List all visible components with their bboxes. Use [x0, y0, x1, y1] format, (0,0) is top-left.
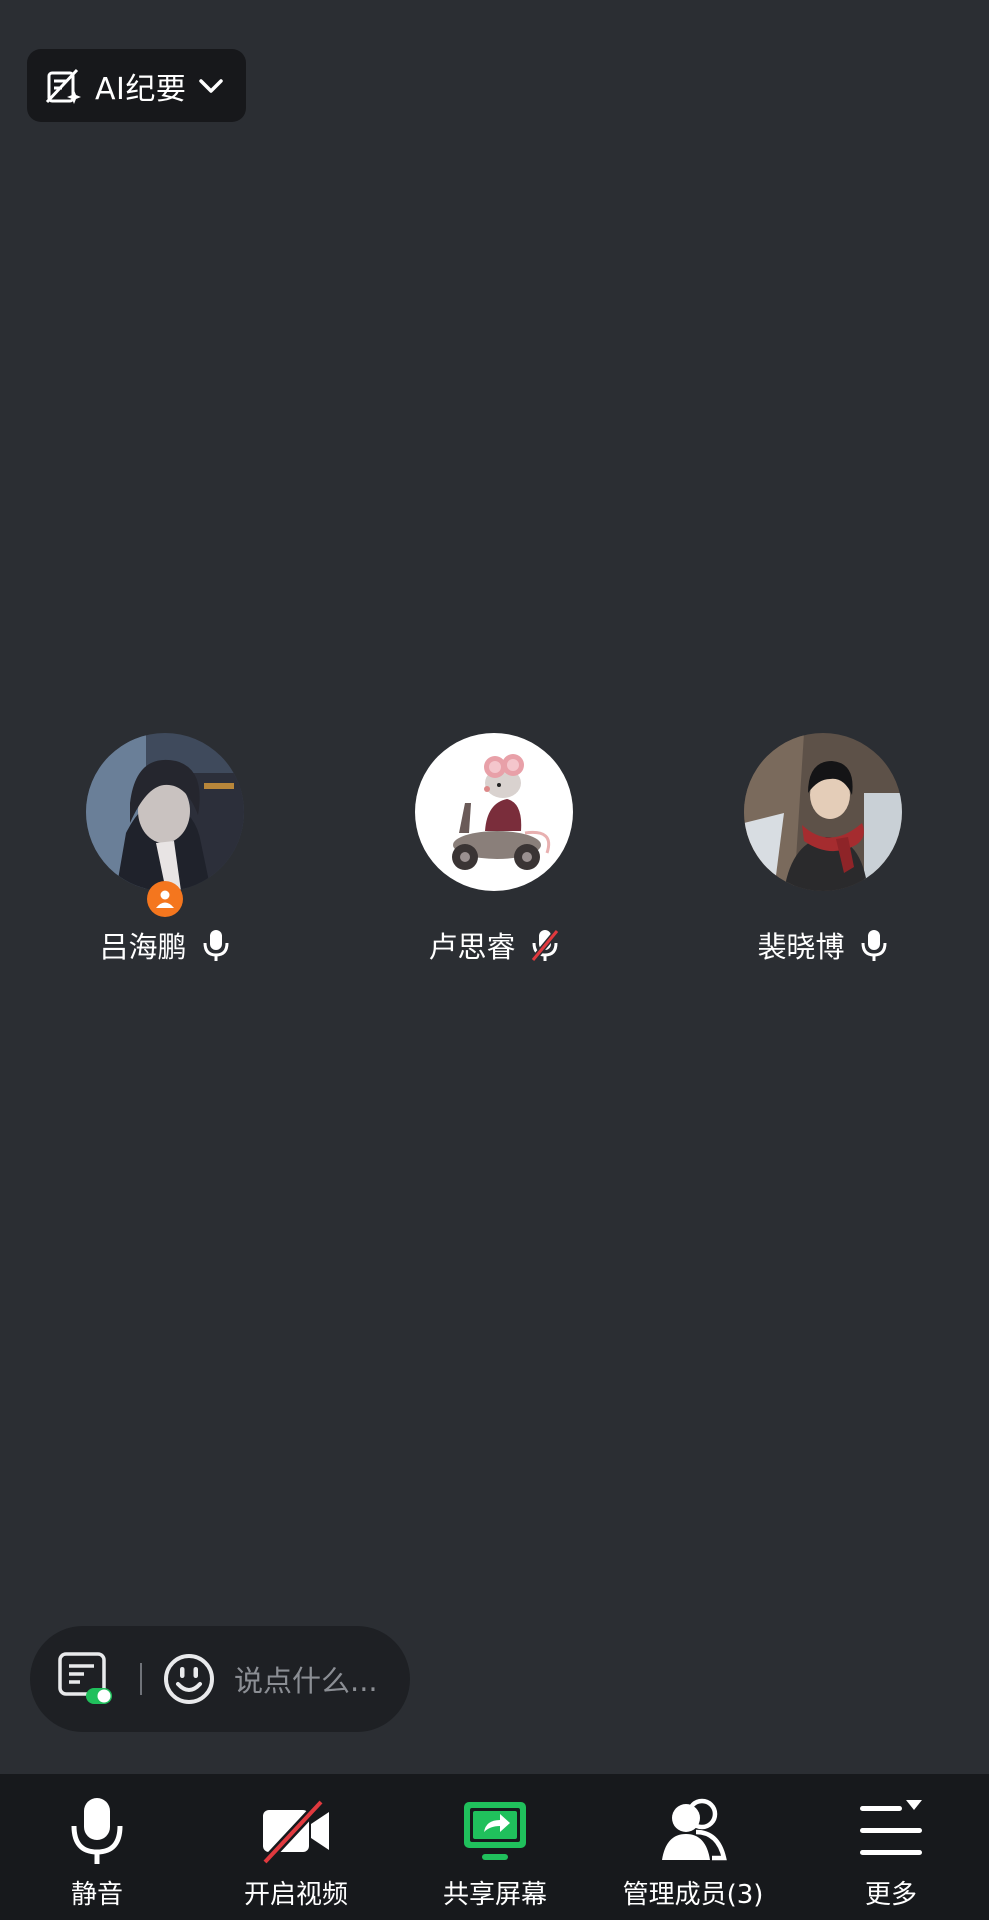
divider [140, 1663, 142, 1695]
start-video-label: 开启视频 [243, 1880, 348, 1910]
participant-name-row: 卢思睿 [374, 925, 614, 965]
ai-summary-label: AI纪要 [95, 71, 187, 107]
host-badge [147, 881, 183, 917]
emoji-icon[interactable] [162, 1652, 216, 1706]
chevron-down-icon [199, 78, 224, 93]
mute-label: 静音 [70, 1880, 123, 1910]
more-label: 更多 [864, 1880, 917, 1910]
chat-input-placeholder[interactable]: 说点什么... [234, 1658, 378, 1700]
avatar [86, 733, 244, 891]
host-person-icon [156, 890, 174, 908]
video-off-icon [261, 1798, 329, 1866]
avatar [415, 733, 573, 891]
participant-grid: 吕海鹏 卢思睿 裴晓博 [0, 733, 989, 973]
participant-name: 吕海鹏 [99, 930, 187, 964]
participant-name: 裴晓博 [757, 930, 845, 964]
avatar [744, 733, 902, 891]
participant-name-row: 吕海鹏 [45, 925, 285, 965]
participant-name: 卢思睿 [428, 930, 516, 964]
share-screen-button[interactable]: 共享屏幕 [400, 1774, 590, 1920]
chat-input-bar[interactable]: 说点什么... [30, 1626, 410, 1732]
more-button[interactable]: 更多 [796, 1774, 986, 1920]
manage-members-button[interactable]: 管理成员(3) [598, 1774, 788, 1920]
share-screen-label: 共享屏幕 [442, 1880, 547, 1910]
mic-on-icon [861, 930, 886, 961]
bottom-toolbar: 静音 开启视频 共享屏幕 管理成员(3) 更多 [0, 1774, 989, 1920]
participant-name-row: 裴晓博 [703, 925, 943, 965]
mic-on-icon [203, 930, 228, 961]
manage-members-label: 管理成员(3) [622, 1880, 764, 1910]
share-screen-icon [464, 1802, 526, 1860]
members-icon [662, 1798, 727, 1861]
ai-summary-off-icon [45, 68, 81, 104]
mic-muted-icon [530, 929, 559, 962]
start-video-button[interactable]: 开启视频 [201, 1774, 391, 1920]
ai-summary-button[interactable]: AI纪要 [27, 49, 246, 122]
more-menu-icon [860, 1800, 922, 1855]
mute-button[interactable]: 静音 [2, 1774, 192, 1920]
caption-toggle-icon[interactable] [56, 1650, 114, 1708]
microphone-icon [71, 1798, 123, 1864]
